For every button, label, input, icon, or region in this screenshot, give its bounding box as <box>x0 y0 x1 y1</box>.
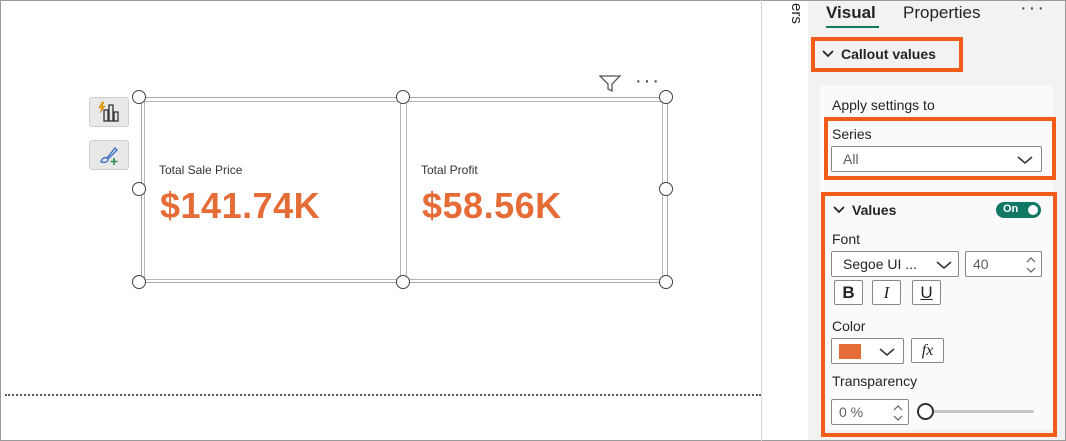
underline-button[interactable]: U <box>912 280 941 305</box>
series-dropdown[interactable]: All <box>831 146 1042 172</box>
format-pane: Visual Properties ··· Callout values App… <box>808 0 1065 440</box>
tab-visual[interactable]: Visual <box>826 3 876 23</box>
page-boundary-line <box>5 394 761 396</box>
resize-handle-top-right[interactable] <box>659 90 673 104</box>
resize-handle-right[interactable] <box>659 182 673 196</box>
chevron-down-icon <box>833 206 845 214</box>
font-size-input[interactable]: 40 <box>965 251 1042 277</box>
spin-arrows-icon[interactable] <box>892 403 904 423</box>
visual-header: ··· <box>599 71 661 93</box>
transparency-slider-thumb[interactable] <box>917 403 934 420</box>
resize-handle-top[interactable] <box>396 90 410 104</box>
conditional-formatting-button[interactable]: fx <box>911 338 944 363</box>
collapsed-pane-strip[interactable]: ers <box>762 1 808 440</box>
pane-more-icon[interactable]: ··· <box>1020 0 1046 20</box>
resize-handle-bottom[interactable] <box>396 275 410 289</box>
font-family-dropdown[interactable]: Segoe UI ... <box>831 251 959 277</box>
card-total-profit[interactable]: Total Profit $58.56K <box>406 101 663 280</box>
spin-arrows-icon[interactable] <box>1025 255 1037 275</box>
format-visual-button[interactable] <box>89 140 129 170</box>
card-value: $141.74K <box>160 185 321 226</box>
filter-icon[interactable] <box>599 75 621 93</box>
card-label: Total Profit <box>421 163 478 177</box>
report-canvas[interactable]: ··· Total Sale Price $141.74K Total Prof… <box>1 1 761 440</box>
resize-handle-bottom-left[interactable] <box>132 275 146 289</box>
card-label: Total Sale Price <box>159 163 243 177</box>
card-total-sale-price[interactable]: Total Sale Price $141.74K <box>144 101 401 280</box>
toggle-label: On <box>1003 203 1019 215</box>
active-tab-indicator <box>826 26 879 28</box>
resize-handle-bottom-right[interactable] <box>659 275 673 289</box>
font-label: Font <box>832 231 861 247</box>
italic-button[interactable]: I <box>872 280 901 305</box>
font-size-value: 40 <box>973 256 989 272</box>
chevron-down-icon <box>1017 156 1033 164</box>
series-label: Series <box>832 126 872 142</box>
collapsed-pane-label: ers <box>788 3 805 24</box>
toggle-knob <box>1028 205 1038 215</box>
color-swatch <box>839 344 861 359</box>
callout-values-section-header[interactable]: Callout values <box>821 46 936 62</box>
bar-chart-lightning-icon <box>98 101 119 122</box>
section-title: Callout values <box>841 46 936 62</box>
apply-settings-label: Apply settings to <box>832 97 935 113</box>
transparency-label: Transparency <box>832 373 918 389</box>
font-family-value: Segoe UI ... <box>843 256 917 272</box>
more-options-icon[interactable]: ··· <box>635 71 661 91</box>
color-label: Color <box>832 318 866 334</box>
chevron-down-icon <box>936 261 952 269</box>
paintbrush-add-icon <box>100 146 118 165</box>
resize-handle-top-left[interactable] <box>132 90 146 104</box>
transparency-value: 0 % <box>839 404 864 420</box>
card-value: $58.56K <box>422 185 562 226</box>
chevron-down-icon <box>879 348 895 356</box>
values-toggle[interactable]: On <box>996 202 1041 218</box>
pane-tabs: Visual Properties ··· <box>808 0 1065 37</box>
series-value: All <box>843 151 859 167</box>
multi-card-visual[interactable]: Total Sale Price $141.74K Total Profit $… <box>141 97 668 283</box>
bold-button[interactable]: B <box>834 280 863 305</box>
section-title: Values <box>852 202 897 218</box>
build-visual-button[interactable] <box>89 97 129 127</box>
color-picker[interactable] <box>831 338 904 364</box>
transparency-slider-track[interactable] <box>933 410 1034 413</box>
tab-properties[interactable]: Properties <box>903 3 980 23</box>
values-section-header[interactable]: Values <box>832 202 896 218</box>
resize-handle-left[interactable] <box>132 182 146 196</box>
transparency-input[interactable]: 0 % <box>831 399 909 425</box>
chevron-down-icon <box>822 50 834 58</box>
